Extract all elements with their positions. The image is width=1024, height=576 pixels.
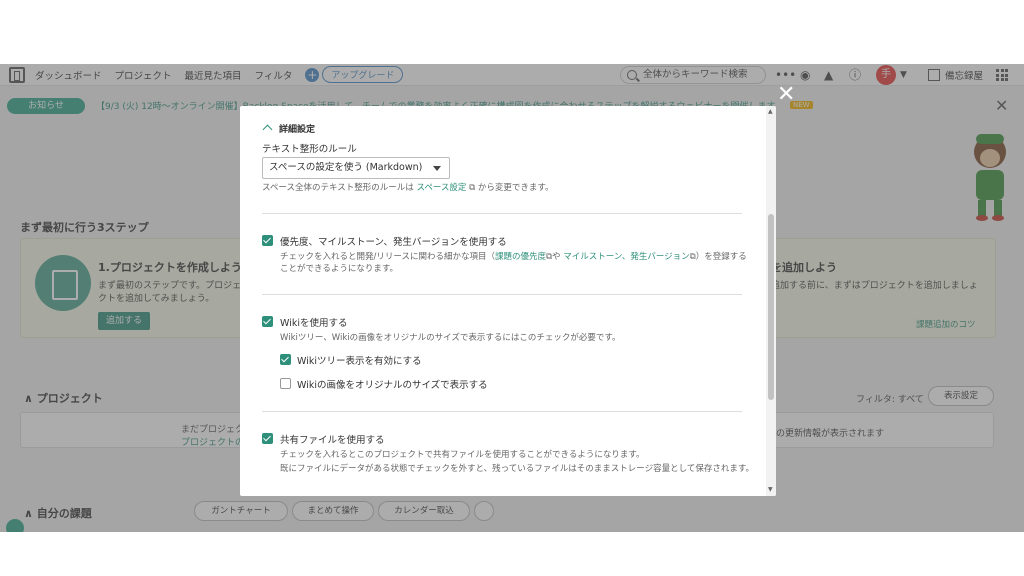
project-settings-modal: 詳細設定 テキスト整形のルール スペースの設定を使う (Markdown) スペ…	[240, 106, 776, 496]
priority-checkbox[interactable]	[262, 235, 273, 246]
scroll-up-arrow-icon[interactable]: ▲	[768, 108, 773, 115]
wiki-hint: Wikiツリー、Wikiの画像をオリジナルのサイズで表示するにはこのチェックが必…	[280, 333, 621, 343]
chevron-up-icon	[262, 124, 273, 135]
hint-text: チェックを入れると開発/リリースに関わる細かな項目（	[280, 252, 495, 262]
dropdown-arrow-icon	[433, 166, 441, 171]
wiki-tree-checkbox[interactable]	[280, 354, 291, 365]
text-rule-select[interactable]: スペースの設定を使う (Markdown)	[262, 157, 450, 179]
hint-text: や	[552, 252, 561, 262]
shared-files-checkbox[interactable]	[262, 433, 273, 444]
advanced-settings-title: 詳細設定	[279, 125, 316, 135]
wiki-image-option-label[interactable]: Wikiの画像をオリジナルのサイズで表示する	[297, 377, 488, 391]
wiki-tree-option-label[interactable]: Wikiツリー表示を有効にする	[297, 353, 422, 367]
modal-close-icon[interactable]: ✕	[777, 84, 795, 106]
divider	[262, 213, 742, 214]
wiki-checkbox[interactable]	[262, 316, 273, 327]
priority-option-label[interactable]: 優先度、マイルストーン、発生バージョンを使用する	[280, 234, 507, 248]
shared-files-hint-2: 既にファイルにデータがある状態でチェックを外すと、残っているファイルはそのままス…	[280, 464, 754, 474]
space-settings-link[interactable]: スペース設定	[416, 183, 466, 193]
shared-files-hint-1: チェックを入れるとこのプロジェクトで共有ファイルを使用することができるようになり…	[280, 450, 645, 460]
priority-hint-2: ことができるようになります。	[280, 264, 398, 274]
wiki-image-checkbox[interactable]	[280, 378, 291, 389]
issue-priority-link[interactable]: 課題の優先度	[495, 252, 546, 262]
external-link-icon: ⧉	[469, 183, 476, 193]
scrollbar-thumb[interactable]	[768, 214, 774, 400]
text-rule-label: テキスト整形のルール	[262, 144, 357, 155]
text-rule-value: スペースの設定を使う (Markdown)	[269, 162, 423, 173]
priority-hint: チェックを入れると開発/リリースに関わる細かな項目（課題の優先度⧉や マイルスト…	[280, 251, 747, 263]
modal-scrollbar[interactable]: ▲ ▼	[766, 106, 776, 496]
shared-files-option-label[interactable]: 共有ファイルを使用する	[280, 432, 385, 446]
divider	[262, 411, 742, 412]
hint-text: から変更できます。	[477, 183, 554, 193]
hint-text: スペース全体のテキスト整形のルールは	[262, 183, 414, 193]
divider	[262, 294, 742, 295]
wiki-option-label[interactable]: Wikiを使用する	[280, 315, 347, 329]
advanced-settings-toggle[interactable]: 詳細設定	[262, 122, 316, 135]
scroll-down-arrow-icon[interactable]: ▼	[768, 486, 773, 493]
milestone-version-link[interactable]: マイルストーン、発生バージョン	[563, 252, 689, 262]
text-rule-hint: スペース全体のテキスト整形のルールは スペース設定 ⧉ から変更できます。	[262, 182, 554, 194]
hint-text: ）を登録する	[695, 252, 747, 262]
